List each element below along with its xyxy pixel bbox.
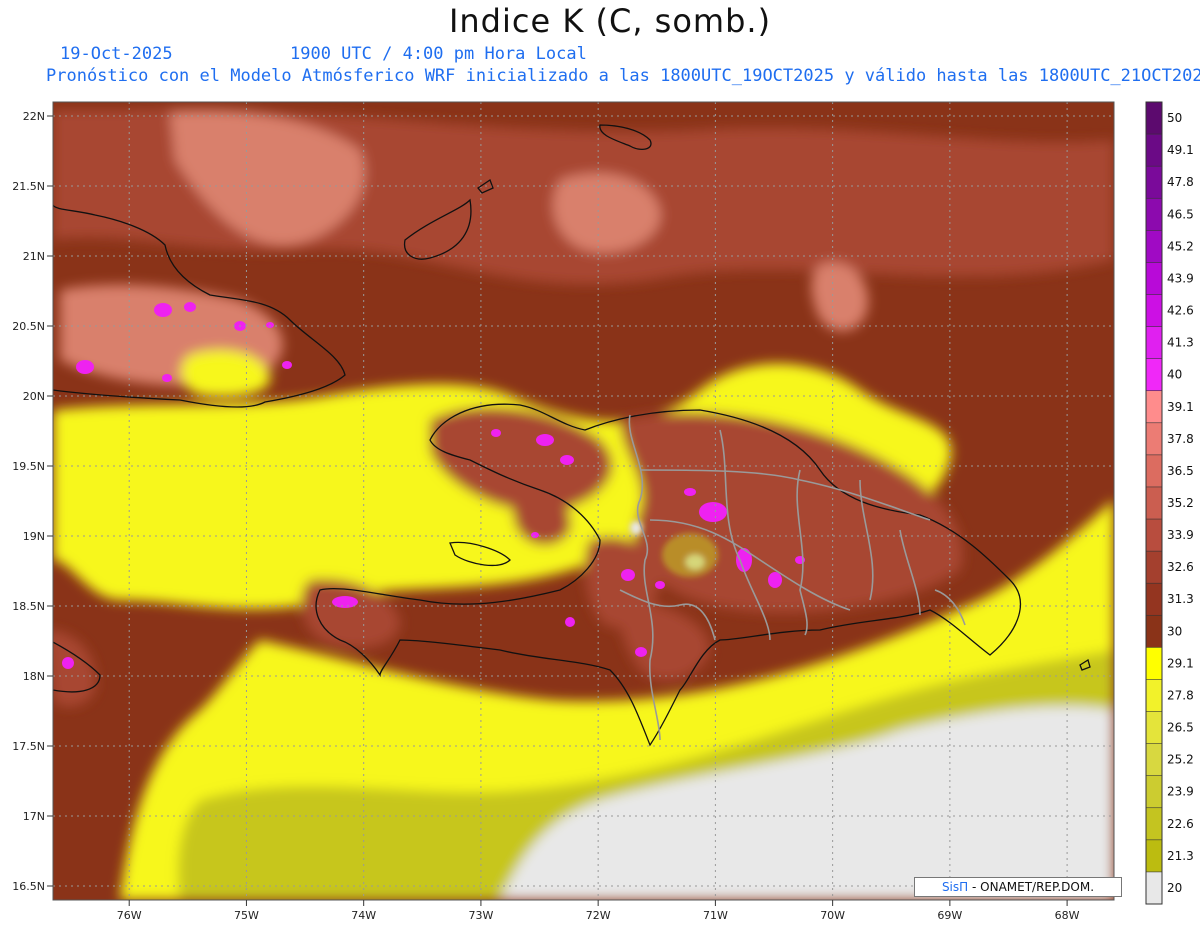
colorbar-label: 36.5 xyxy=(1167,464,1194,478)
colorbar-swatch xyxy=(1146,839,1162,873)
colorbar-swatch xyxy=(1146,166,1162,199)
lat-label: 17N xyxy=(23,810,45,823)
colorbar-label: 45.2 xyxy=(1167,239,1194,253)
colorbar-swatch xyxy=(1146,294,1162,328)
colorbar-swatch xyxy=(1146,198,1162,231)
k-index-map: 22N 21.5N 21N 20.5N 20N 19.5N 19N 18.5N 18N 17.5N… xyxy=(12,101,1194,922)
colorbar-label: 30 xyxy=(1167,624,1182,638)
lat-label: 21.5N xyxy=(12,180,45,193)
colorbar-swatch xyxy=(1146,615,1162,648)
credit-text: - ONAMET/REP.DOM. xyxy=(972,880,1095,894)
colorbar-swatch xyxy=(1146,775,1162,809)
colorbar-label: 47.8 xyxy=(1167,175,1194,189)
colorbar-swatch xyxy=(1146,326,1162,360)
colorbar-label: 21.3 xyxy=(1167,849,1194,863)
colorbar-swatch xyxy=(1146,134,1162,167)
credit-box: SisΠ - ONAMET/REP.DOM. xyxy=(914,877,1122,897)
colorbar-label: 37.8 xyxy=(1167,432,1194,446)
colorbar-label: 41.3 xyxy=(1167,336,1194,350)
colorbar-swatch xyxy=(1146,230,1162,263)
colorbar-label: 29.1 xyxy=(1167,656,1194,670)
colorbar-label: 50 xyxy=(1167,111,1182,125)
colorbar-label: 32.6 xyxy=(1167,560,1194,574)
colorbar-label: 42.6 xyxy=(1167,304,1194,318)
lat-label: 20.5N xyxy=(12,320,45,333)
lat-label: 18.5N xyxy=(12,600,45,613)
colorbar-swatch xyxy=(1146,390,1162,424)
colorbar-label: 22.6 xyxy=(1167,817,1194,831)
latitude-labels: 22N 21.5N 21N 20.5N 20N 19.5N 19N 18.5N 18N 17.5N… xyxy=(12,110,45,893)
colorbar-swatch xyxy=(1146,711,1162,745)
shaded-field xyxy=(53,102,1114,900)
longitude-labels: 76W 75W 74W 73W 72W 71W 70W 69W 68W xyxy=(117,909,1080,922)
colorbar-label: 46.5 xyxy=(1167,207,1194,221)
colorbar-label: 25.2 xyxy=(1167,753,1194,767)
colorbar-label: 39.1 xyxy=(1167,400,1194,414)
lon-label: 74W xyxy=(351,909,376,922)
colorbar-swatch xyxy=(1146,583,1162,616)
colorbar-swatch xyxy=(1146,743,1162,777)
lon-label: 69W xyxy=(937,909,962,922)
lon-label: 76W xyxy=(117,909,142,922)
lat-label: 22N xyxy=(23,110,45,123)
lat-label: 19N xyxy=(23,530,45,543)
colorbar-swatch xyxy=(1146,358,1162,392)
colorbar-label: 40 xyxy=(1167,368,1182,382)
lat-label: 16.5N xyxy=(12,880,45,893)
lat-label: 18N xyxy=(23,670,45,683)
colorbar-swatch xyxy=(1146,871,1162,905)
colorbar: 50 49.1 47.8 46.5 45.2 43.9 42.6 41.3 40 39.1 37.8… xyxy=(1145,101,1194,905)
colorbar-label: 43.9 xyxy=(1167,271,1194,285)
colorbar-swatch xyxy=(1146,486,1162,520)
colorbar-swatch xyxy=(1146,519,1162,552)
lat-label: 17.5N xyxy=(12,740,45,753)
colorbar-swatch xyxy=(1146,422,1162,456)
lon-label: 68W xyxy=(1055,909,1080,922)
colorbar-label: 31.3 xyxy=(1167,592,1194,606)
lon-label: 73W xyxy=(468,909,493,922)
colorbar-swatch xyxy=(1146,551,1162,584)
colorbar-swatch xyxy=(1146,679,1162,713)
credit-brand: SisΠ xyxy=(941,880,969,894)
colorbar-label: 33.9 xyxy=(1167,528,1194,542)
lon-label: 75W xyxy=(234,909,259,922)
colorbar-label: 20 xyxy=(1167,881,1182,895)
lon-label: 71W xyxy=(703,909,728,922)
lon-label: 72W xyxy=(586,909,611,922)
colorbar-swatch xyxy=(1146,454,1162,488)
lat-label: 21N xyxy=(23,250,45,263)
colorbar-label: 26.5 xyxy=(1167,721,1194,735)
colorbar-label: 35.2 xyxy=(1167,496,1194,510)
lat-label: 19.5N xyxy=(12,460,45,473)
colorbar-swatch xyxy=(1146,262,1162,295)
lon-label: 70W xyxy=(820,909,845,922)
lat-label: 20N xyxy=(23,390,45,403)
colorbar-swatch xyxy=(1146,807,1162,841)
colorbar-label: 49.1 xyxy=(1167,143,1194,157)
colorbar-swatch xyxy=(1146,102,1162,135)
colorbar-swatch xyxy=(1146,647,1162,680)
colorbar-label: 23.9 xyxy=(1167,785,1194,799)
colorbar-label: 27.8 xyxy=(1167,688,1194,702)
